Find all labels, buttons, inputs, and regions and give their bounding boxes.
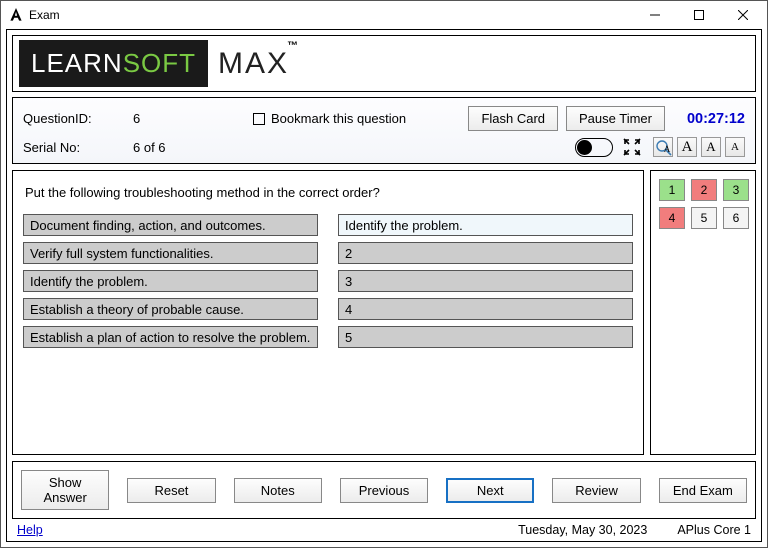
status-bar: Help Tuesday, May 30, 2023 APlus Core 1 [7,519,761,541]
question-panel: Put the following troubleshooting method… [12,170,644,455]
options-source-column: Document finding, action, and outcomes. … [23,214,318,348]
end-exam-button[interactable]: End Exam [659,478,747,503]
trademark-icon: ™ [287,40,298,52]
bookmark-label: Bookmark this question [271,111,406,126]
drag-option[interactable]: Establish a theory of probable cause. [23,298,318,320]
show-answer-button[interactable]: Show Answer [21,470,109,510]
timer-value: 00:27:12 [665,111,745,127]
minimize-button[interactable] [633,1,677,29]
nav-question-4[interactable]: 4 [659,207,685,229]
nav-question-3[interactable]: 3 [723,179,749,201]
nav-question-1[interactable]: 1 [659,179,685,201]
bookmark-checkbox[interactable] [253,113,265,125]
question-text: Put the following troubleshooting method… [25,185,633,200]
status-date: Tuesday, May 30, 2023 [43,523,678,537]
drop-slot[interactable]: 5 [338,326,633,348]
nav-question-2[interactable]: 2 [691,179,717,201]
info-panel: QuestionID: 6 Bookmark this question Fla… [12,97,756,164]
drag-option[interactable]: Verify full system functionalities. [23,242,318,264]
drop-slot[interactable]: Identify the problem. [338,214,633,236]
flash-card-button[interactable]: Flash Card [468,106,558,131]
titlebar: Exam [1,1,767,29]
help-link[interactable]: Help [17,523,43,537]
logo: LEARNSOFT MAX ™ [12,35,756,92]
drop-slot[interactable]: 2 [338,242,633,264]
logo-text-2: SOFT [123,48,196,78]
nav-question-6[interactable]: 6 [723,207,749,229]
question-id-value: 6 [133,111,253,126]
notes-button[interactable]: Notes [234,478,322,503]
drag-option[interactable]: Document finding, action, and outcomes. [23,214,318,236]
close-button[interactable] [721,1,765,29]
pause-timer-button[interactable]: Pause Timer [566,106,665,131]
logo-text-3: MAX [218,47,289,81]
nav-question-5[interactable]: 5 [691,207,717,229]
drop-slot[interactable]: 4 [338,298,633,320]
review-button[interactable]: Review [552,478,640,503]
zoom-button[interactable]: A [653,137,673,157]
font-small-button[interactable]: A [725,137,745,157]
question-id-label: QuestionID: [23,111,133,126]
drag-option[interactable]: Establish a plan of action to resolve th… [23,326,318,348]
window-title: Exam [29,8,633,22]
serial-label: Serial No: [23,140,133,155]
drag-option[interactable]: Identify the problem. [23,270,318,292]
reset-button[interactable]: Reset [127,478,215,503]
fullscreen-icon[interactable] [623,138,641,156]
previous-button[interactable]: Previous [340,478,428,503]
bottom-toolbar: Show Answer Reset Notes Previous Next Re… [12,461,756,519]
maximize-button[interactable] [677,1,721,29]
question-nav-panel: 123 456 [650,170,756,455]
next-button[interactable]: Next [446,478,534,503]
logo-text-1: LEARN [31,48,123,78]
status-exam-name: APlus Core 1 [677,523,751,537]
font-medium-button[interactable]: A [701,137,721,157]
drop-slot[interactable]: 3 [338,270,633,292]
dark-mode-toggle[interactable] [575,138,613,157]
options-target-column: Identify the problem. 2 3 4 5 [338,214,633,348]
app-icon [9,8,23,22]
serial-value: 6 of 6 [133,140,253,155]
font-large-button[interactable]: A [677,137,697,157]
